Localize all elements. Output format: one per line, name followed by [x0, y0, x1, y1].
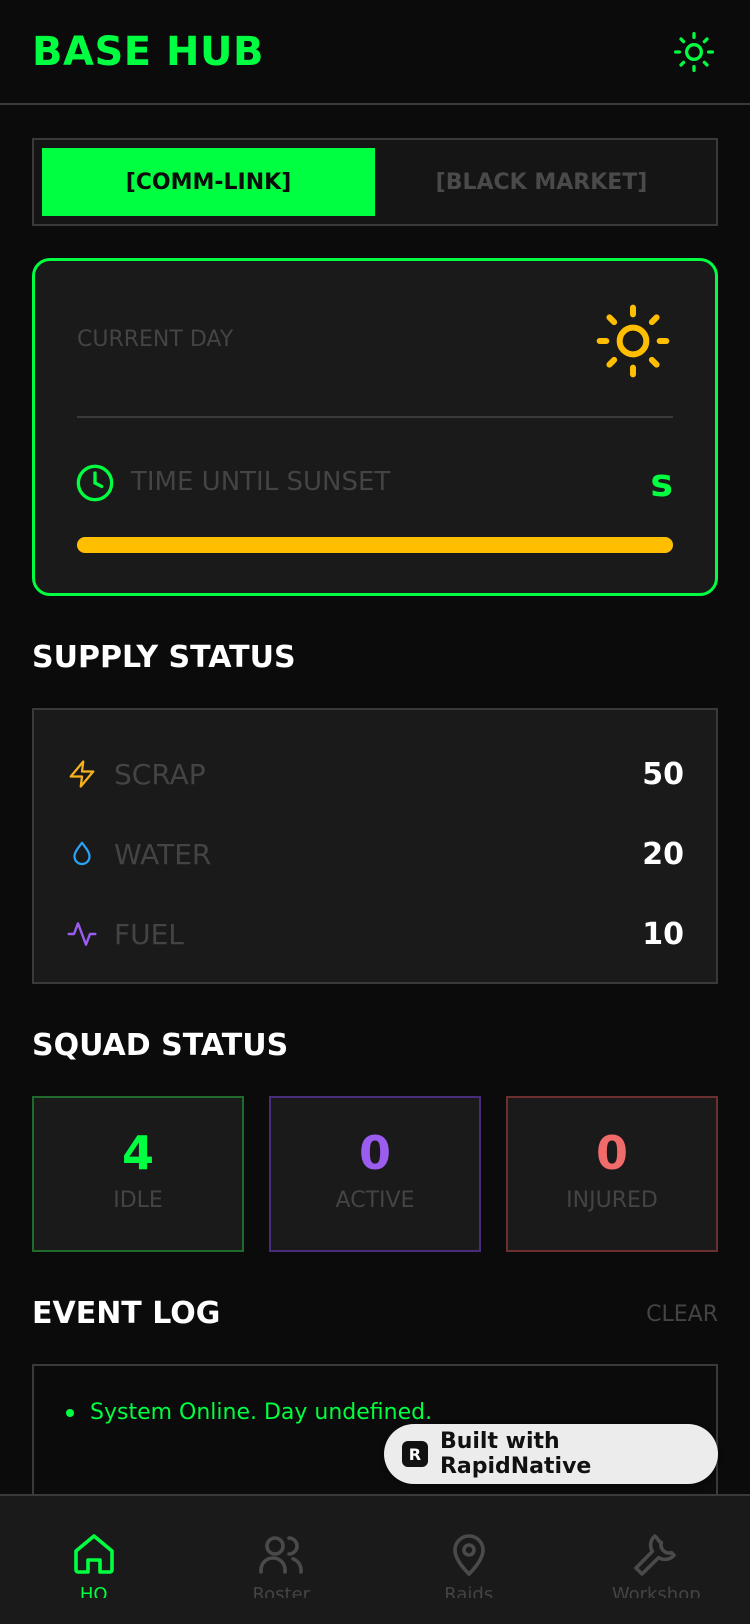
users-icon [259, 1536, 304, 1574]
time-until-sunset-label: TIME UNTIL SUNSET [131, 467, 391, 497]
daylight-progress-fill [77, 537, 673, 553]
supply-row-scrap: SCRAP 50 [66, 754, 684, 794]
squad-count: 4 [121, 1126, 154, 1180]
tab-comm-link[interactable]: [COMM-LINK] [42, 148, 375, 216]
log-entry: System Online. Day undefined. [66, 1400, 432, 1425]
daylight-progress-bar [77, 537, 673, 553]
nav-label: Roster [252, 1584, 311, 1598]
bullet-icon [66, 1408, 74, 1417]
supply-value: 20 [642, 836, 684, 872]
squad-label: INJURED [566, 1188, 658, 1213]
nav-label: Raids [444, 1584, 494, 1598]
squad-card-idle[interactable]: 4 IDLE [32, 1096, 244, 1252]
tab-black-market[interactable]: [BLACK MARKET] [375, 148, 708, 216]
nav-label: Workshop [611, 1584, 701, 1598]
clock-icon [76, 464, 114, 502]
squad-count: 0 [358, 1126, 391, 1180]
log-entry-text: System Online. Day undefined. [90, 1400, 433, 1425]
nav-item-hq[interactable]: HQ [0, 1496, 188, 1624]
squad-label: ACTIVE [335, 1188, 415, 1213]
supply-status-panel: SCRAP 50 WATER 20 FUEL 10 [32, 708, 718, 984]
tab-bar: [COMM-LINK] [BLACK MARKET] [32, 138, 718, 226]
squad-label: IDLE [113, 1188, 163, 1213]
event-log-title: EVENT LOG [32, 1296, 221, 1331]
day-card: CURRENT DAY TIME UNTIL SUNSET s [32, 258, 718, 596]
time-until-sunset-value: s [650, 461, 673, 505]
map-pin-icon [452, 1534, 485, 1577]
squad-card-injured[interactable]: 0 INJURED [506, 1096, 718, 1252]
header: BASE HUB [0, 0, 750, 105]
theme-toggle-button[interactable] [670, 28, 718, 76]
nav-label: HQ [79, 1584, 108, 1598]
lightning-icon [66, 758, 98, 790]
supply-label: FUEL [114, 917, 184, 951]
squad-count: 0 [595, 1126, 628, 1180]
squad-card-active[interactable]: 0 ACTIVE [269, 1096, 481, 1252]
activity-icon [66, 918, 98, 950]
supply-row-fuel: FUEL 10 [66, 914, 684, 954]
bottom-nav: HQ Roster Raids Workshop [0, 1494, 750, 1624]
wrench-icon [634, 1534, 677, 1576]
badge-text: Built with RapidNative [439, 1429, 592, 1479]
supply-row-water: WATER 20 [66, 834, 684, 874]
built-with-badge[interactable]: R Built with RapidNative [384, 1424, 718, 1484]
supply-label: WATER [114, 837, 212, 871]
rapidnative-logo-icon: R [402, 1441, 428, 1467]
nav-item-workshop[interactable]: Workshop [563, 1496, 750, 1624]
droplet-icon [66, 838, 98, 870]
sun-icon [596, 304, 670, 378]
supply-status-title: SUPPLY STATUS [32, 640, 296, 675]
supply-value: 50 [642, 756, 684, 792]
nav-item-raids[interactable]: Raids [375, 1496, 563, 1624]
app-title: BASE HUB [32, 28, 264, 75]
divider [77, 416, 673, 418]
supply-value: 10 [642, 916, 684, 952]
nav-item-roster[interactable]: Roster [188, 1496, 376, 1624]
current-day-label: CURRENT DAY [77, 327, 234, 352]
clear-log-button[interactable]: CLEAR [646, 1302, 718, 1327]
supply-label: SCRAP [114, 757, 206, 791]
sun-icon [674, 31, 714, 72]
squad-status-title: SQUAD STATUS [32, 1028, 289, 1063]
home-icon [73, 1534, 114, 1574]
